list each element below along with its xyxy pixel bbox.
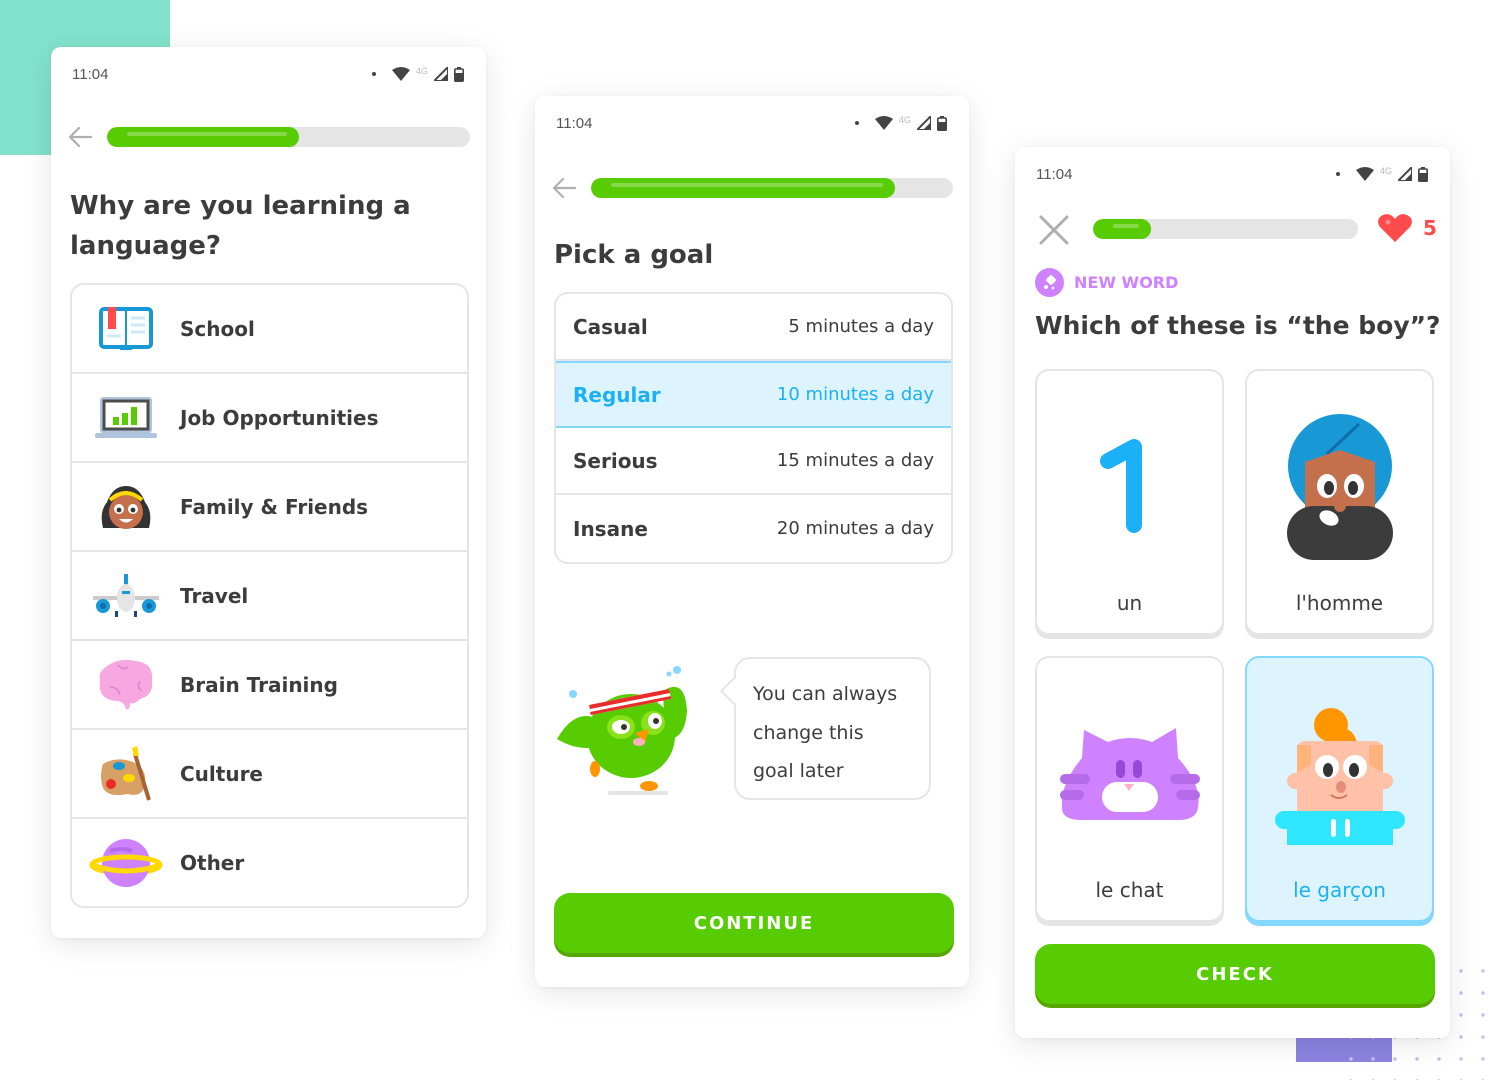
phone-screen-question: 11:04 4G 5 NEW WORD Which of these is “t… [1015, 147, 1450, 1038]
reason-option-school[interactable]: School [72, 285, 467, 374]
cat-face-icon [1037, 694, 1222, 854]
goal-option-serious[interactable]: Serious 15 minutes a day [556, 428, 951, 495]
reason-option-brain-training[interactable]: Brain Training [72, 641, 467, 730]
goal-option-insane[interactable]: Insane 20 minutes a day [556, 495, 951, 562]
status-time: 11:04 [72, 65, 109, 83]
progress-row [549, 176, 953, 200]
bubble-line: You can always [753, 683, 898, 705]
owl-mascot-icon [553, 651, 698, 796]
reason-option-culture[interactable]: Culture [72, 730, 467, 819]
reason-label: Culture [180, 761, 263, 786]
reason-option-other[interactable]: Other [72, 819, 467, 906]
progress-row [65, 125, 470, 149]
phone-screen-goal: 11:04 4G Pick a goal Casual 5 minutes a … [535, 96, 969, 987]
reason-label: School [180, 316, 255, 341]
goal-list: Casual 5 minutes a day Regular 10 minute… [554, 292, 953, 564]
progress-bar [591, 178, 953, 198]
choice-label: un [1116, 591, 1143, 615]
network-type: 4G [1379, 166, 1392, 176]
hearts-count: 5 [1423, 216, 1437, 240]
page-title: Why are you learning a language? [70, 191, 411, 261]
planet-icon [72, 833, 180, 893]
status-time: 11:04 [1036, 165, 1073, 183]
hearts-counter: 5 [1377, 213, 1437, 243]
man-turban-icon [1247, 407, 1432, 567]
wifi-icon [1355, 167, 1374, 181]
reason-label: Other [180, 850, 245, 875]
notification-dot-icon [854, 121, 859, 125]
laptop-chart-icon [72, 388, 180, 448]
progress-fill [107, 127, 300, 147]
new-word-label: NEW WORD [1074, 273, 1179, 292]
choice-card-un[interactable]: un [1035, 369, 1224, 635]
continue-button[interactable]: CONTINUE [554, 893, 954, 953]
status-time: 11:04 [556, 114, 593, 132]
goal-name: Serious [573, 448, 658, 473]
network-type: 4G [415, 66, 428, 76]
choice-label: l'homme [1295, 591, 1384, 615]
goal-name: Casual [573, 314, 648, 339]
status-bar: 11:04 4G [1015, 163, 1450, 185]
paint-palette-icon [72, 744, 180, 804]
progress-bar [1093, 219, 1358, 239]
battery-icon [937, 115, 947, 131]
back-arrow-icon[interactable] [65, 125, 95, 149]
reason-option-family-friends[interactable]: Family & Friends [72, 463, 467, 552]
choice-label: le garçon [1293, 878, 1386, 902]
reason-label: Travel [180, 583, 249, 608]
signal-icon [1398, 167, 1412, 181]
notification-dot-icon [371, 72, 376, 76]
signal-icon [917, 116, 931, 130]
status-bar: 11:04 4G [535, 112, 969, 134]
choice-label: le chat [1095, 878, 1164, 902]
wifi-icon [391, 67, 410, 81]
heart-icon [1378, 214, 1412, 242]
check-button[interactable]: CHECK [1035, 944, 1435, 1004]
number-one-icon [1037, 407, 1222, 567]
book-icon [72, 299, 180, 359]
reason-label: Job Opportunities [180, 405, 379, 430]
new-word-badge: NEW WORD [1035, 268, 1178, 297]
phone-screen-reason: 11:04 4G Why are you learning a language… [51, 47, 486, 938]
reason-option-travel[interactable]: Travel [72, 552, 467, 641]
sparkle-icon [1035, 268, 1064, 297]
signal-icon [434, 67, 448, 81]
close-icon[interactable] [1037, 213, 1071, 247]
goal-time: 20 minutes a day [776, 518, 934, 539]
status-bar: 11:04 4G [51, 63, 486, 85]
goal-time: 15 minutes a day [776, 450, 934, 471]
back-arrow-icon[interactable] [549, 176, 579, 200]
airplane-icon [72, 566, 180, 626]
speech-bubble: You can always change this goal later [734, 657, 931, 800]
goal-time: 10 minutes a day [776, 384, 934, 405]
battery-icon [1418, 166, 1428, 182]
goal-name: Regular [573, 382, 661, 407]
boy-face-icon [1247, 694, 1432, 854]
goal-option-casual[interactable]: Casual 5 minutes a day [556, 294, 951, 361]
reason-option-job-opportunities[interactable]: Job Opportunities [72, 374, 467, 463]
page-title: Pick a goal [554, 240, 714, 270]
choice-card-homme[interactable]: l'homme [1245, 369, 1434, 635]
reason-label: Family & Friends [180, 494, 369, 519]
notification-dot-icon [1335, 172, 1340, 176]
brain-icon [72, 655, 180, 715]
choice-card-chat[interactable]: le chat [1035, 656, 1224, 922]
bubble-line: goal later [753, 760, 844, 782]
battery-icon [454, 66, 464, 82]
reason-list: School Job Opportunities Family & Friend… [70, 283, 469, 908]
progress-fill [1093, 219, 1152, 239]
goal-name: Insane [573, 516, 648, 541]
progress-fill [591, 178, 896, 198]
wifi-icon [874, 116, 893, 130]
question-text: Which of these is “the boy”? [1035, 311, 1441, 340]
girl-face-icon [72, 477, 180, 537]
goal-option-regular[interactable]: Regular 10 minutes a day [556, 361, 951, 428]
reason-label: Brain Training [180, 672, 338, 697]
progress-bar [107, 127, 470, 147]
goal-time: 5 minutes a day [788, 316, 934, 337]
choice-card-garcon[interactable]: le garçon [1245, 656, 1434, 922]
network-type: 4G [898, 115, 911, 125]
bubble-line: change this [753, 721, 864, 744]
